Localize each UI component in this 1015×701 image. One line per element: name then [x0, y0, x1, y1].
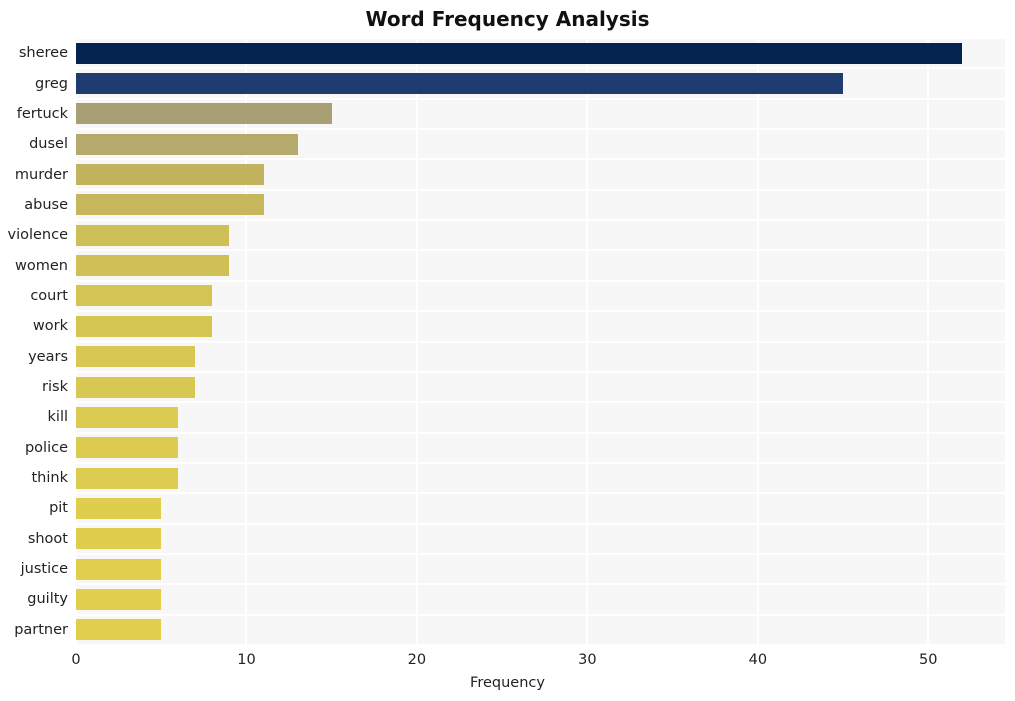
y-axis-tick-label: partner — [14, 621, 68, 638]
y-axis-tick-label: kill — [47, 409, 68, 426]
x-axis-tick-label: 50 — [919, 652, 938, 668]
x-axis-tick-label: 20 — [407, 652, 427, 668]
x-axis-tick-label: 0 — [71, 652, 81, 668]
y-axis-tick-label: police — [24, 439, 68, 456]
y-axis-tick-label: murder — [14, 166, 68, 183]
y-axis-tick-label: sheree — [18, 45, 68, 62]
word-frequency-bar-chart: Word Frequency Analysis sheree greg fertuc… — [0, 0, 1015, 701]
y-axis-tick-label: justice — [20, 561, 68, 578]
y-axis-tick-label: guilty — [27, 591, 68, 608]
y-axis-tick-label: risk — [42, 379, 68, 396]
y-axis-tick-label: work — [32, 318, 68, 335]
y-axis-tick-label: shoot — [27, 530, 68, 547]
y-axis-tick-label: dusel — [29, 136, 68, 153]
x-axis-label: Frequency — [470, 675, 545, 691]
y-axis-tick-labels: sheree greg fertuck dusel murder abuse violenc… — [0, 0, 1015, 701]
y-axis-tick-label: court — [30, 287, 68, 304]
y-axis-tick-label: greg — [35, 75, 68, 92]
y-axis-tick-label: think — [31, 470, 69, 487]
y-axis-tick-label: years — [28, 348, 68, 365]
y-axis-tick-label: pit — [49, 500, 68, 517]
y-axis-tick-label: violence — [7, 227, 68, 244]
y-axis-tick-label: fertuck — [16, 105, 68, 122]
x-axis-tick-label: 10 — [237, 652, 256, 668]
x-axis-tick-label: 40 — [748, 652, 768, 668]
y-axis-tick-label: women — [15, 257, 68, 274]
y-axis-tick-label: abuse — [24, 196, 68, 213]
x-axis-tick-label: 30 — [578, 652, 597, 668]
